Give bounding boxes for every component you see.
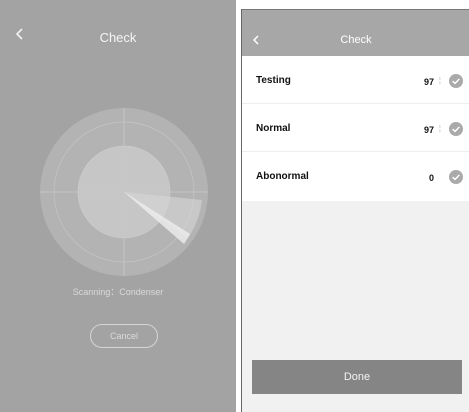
- result-label: Normal: [256, 123, 291, 134]
- scanning-status-text: Scanning：Condenser: [72, 287, 164, 297]
- check-circle-icon: [449, 122, 463, 136]
- result-row-testing: Testing 97 ¦: [242, 56, 469, 104]
- done-button[interactable]: Done: [252, 360, 462, 394]
- result-value: 97: [423, 77, 434, 87]
- result-value: 0: [428, 173, 434, 183]
- results-title: Check: [340, 34, 372, 46]
- check-circle-icon: [449, 74, 463, 88]
- scanning-title: Check: [99, 30, 137, 45]
- check-circle-icon: [449, 170, 463, 184]
- results-header: Check: [242, 10, 469, 56]
- stage: Check Scanning：Condenser Cancel Check Te…: [0, 0, 469, 412]
- cancel-button[interactable]: Cancel: [90, 324, 158, 348]
- row-separator: ¦: [438, 76, 441, 85]
- results-list: Testing 97 ¦ Normal 97 ¦ Abonormal 0: [242, 56, 469, 201]
- result-label: Testing: [256, 75, 291, 86]
- row-separator: ¦: [438, 124, 441, 133]
- result-row-abnormal: Abonormal 0: [242, 152, 469, 200]
- scanning-header: Check: [0, 0, 236, 70]
- radar-icon: [40, 108, 208, 276]
- scanning-screen: Check Scanning：Condenser Cancel: [0, 0, 236, 412]
- results-screen: Check Testing 97 ¦ Normal 97 ¦ Abonormal…: [241, 9, 469, 412]
- result-value: 97: [423, 125, 434, 135]
- result-label: Abonormal: [256, 171, 309, 182]
- result-row-normal: Normal 97 ¦: [242, 104, 469, 152]
